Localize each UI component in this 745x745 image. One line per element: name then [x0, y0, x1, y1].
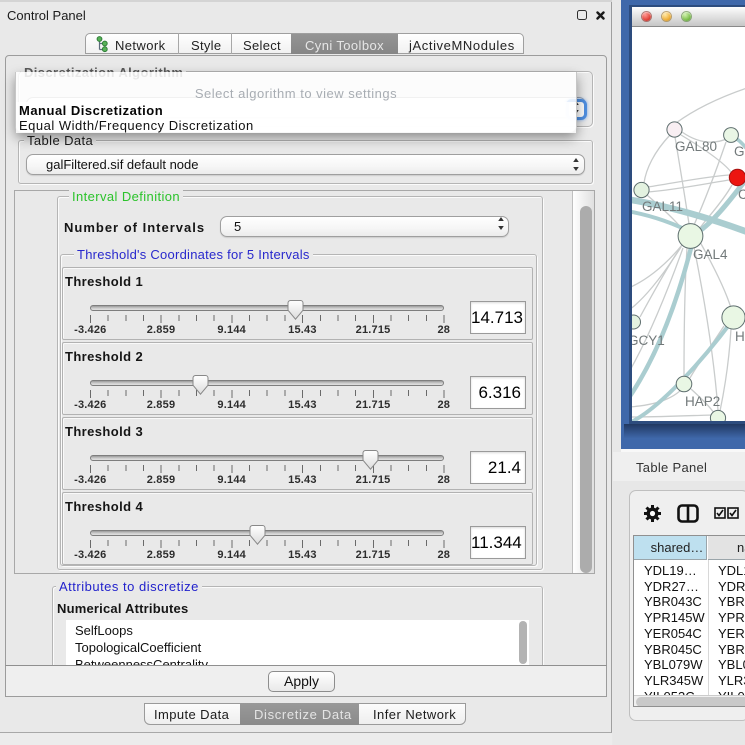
svg-text:GCY1: GCY1	[632, 333, 665, 348]
svg-text:H: H	[735, 329, 745, 344]
svg-text:GAL11: GAL11	[642, 199, 683, 214]
svg-text:HAP2: HAP2	[685, 394, 720, 409]
svg-text:GAL4: GAL4	[693, 247, 728, 262]
svg-text:G.: G.	[734, 144, 745, 159]
svg-text:GAL80: GAL80	[675, 139, 717, 154]
svg-text:C: C	[738, 187, 745, 202]
